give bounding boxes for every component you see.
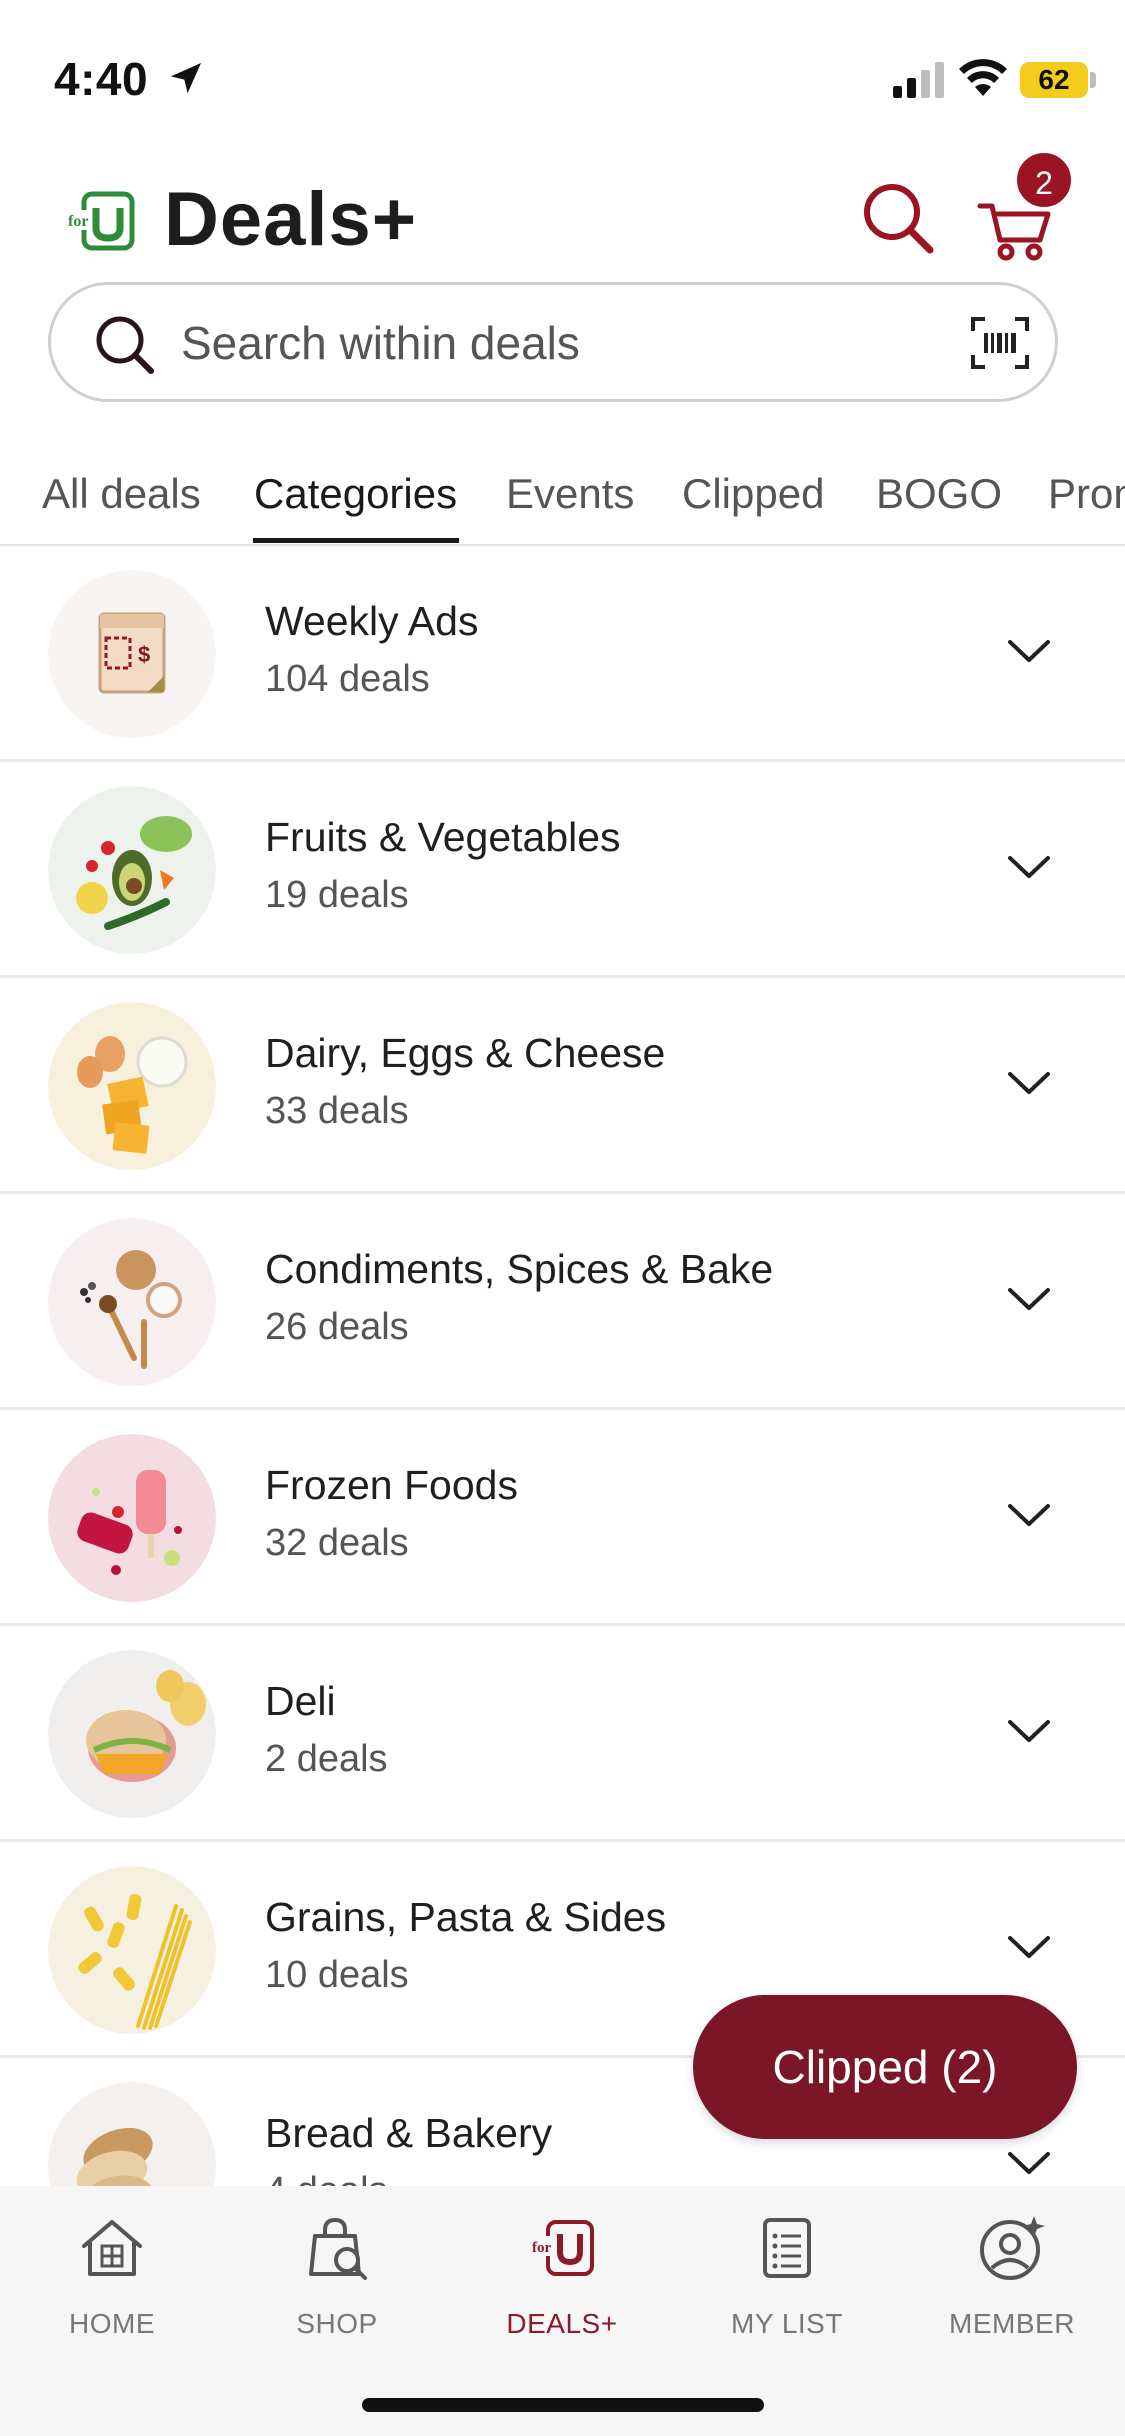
tab-bar: All deals Categories Events Clipped BOGO… xyxy=(0,440,1125,546)
category-row-deli[interactable]: Deli 2 deals xyxy=(0,1626,1125,1842)
category-name: Grains, Pasta & Sides xyxy=(265,1894,667,1940)
active-tab-indicator xyxy=(253,538,459,543)
category-deal-count: 32 deals xyxy=(265,1522,409,1564)
for-u-icon: for xyxy=(530,2220,594,2276)
tab-clipped[interactable]: Clipped xyxy=(682,470,824,518)
nav-deals-plus[interactable]: for DEALS+ xyxy=(462,2212,662,2352)
category-row-frozen-foods[interactable]: Frozen Foods 32 deals xyxy=(0,1410,1125,1626)
tab-promotions[interactable]: Pron xyxy=(1048,470,1125,518)
wifi-icon xyxy=(959,59,1007,96)
category-name: Dairy, Eggs & Cheese xyxy=(265,1030,666,1076)
tab-categories[interactable]: Categories xyxy=(254,470,457,518)
category-name: Condiments, Spices & Bake xyxy=(265,1246,774,1292)
header: for Deals+ xyxy=(0,160,1125,280)
weekly-ad-icon: $ xyxy=(48,570,216,738)
nav-label: MY LIST xyxy=(731,2308,843,2339)
battery-level: 62 xyxy=(1038,64,1070,95)
category-name: Fruits & Vegetables xyxy=(265,814,621,860)
category-deal-count: 26 deals xyxy=(265,1306,409,1348)
nav-label: DEALS+ xyxy=(506,2308,618,2339)
deli-image xyxy=(48,1650,216,1818)
svg-text:for: for xyxy=(68,213,88,230)
category-row-weekly-ads[interactable]: $ Weekly Ads 104 deals xyxy=(0,546,1125,762)
chevron-down-icon[interactable] xyxy=(1006,1932,1052,1962)
category-name: Deli xyxy=(265,1678,336,1724)
location-arrow-icon xyxy=(171,63,201,93)
category-deal-count: 19 deals xyxy=(265,874,409,916)
for-u-logo-icon: for xyxy=(66,191,135,251)
nav-label: MEMBER xyxy=(949,2308,1075,2339)
chevron-down-icon[interactable] xyxy=(1006,1716,1052,1746)
pasta-image xyxy=(48,1866,216,2034)
home-indicator xyxy=(362,2398,764,2412)
category-deal-count: 10 deals xyxy=(265,1954,409,1996)
nav-home[interactable]: HOME xyxy=(12,2212,212,2352)
search-icon xyxy=(96,316,154,374)
category-row-fruits-vegetables[interactable]: Fruits & Vegetables 19 deals xyxy=(0,762,1125,978)
search-field[interactable] xyxy=(48,282,1058,402)
category-row-dairy-eggs-cheese[interactable]: Dairy, Eggs & Cheese 33 deals xyxy=(0,978,1125,1194)
category-deal-count: 104 deals xyxy=(265,658,430,700)
nav-label: SHOP xyxy=(296,2308,378,2339)
category-deal-count: 2 deals xyxy=(265,1738,388,1780)
nav-shop[interactable]: SHOP xyxy=(237,2212,437,2352)
nav-label: HOME xyxy=(69,2308,155,2339)
category-name: Weekly Ads xyxy=(265,598,479,644)
dairy-image xyxy=(48,1002,216,1170)
tab-all-deals[interactable]: All deals xyxy=(42,470,201,518)
chevron-down-icon[interactable] xyxy=(1006,2148,1052,2178)
category-row-condiments-spices-bake[interactable]: Condiments, Spices & Bake 26 deals xyxy=(0,1194,1125,1410)
search-input[interactable] xyxy=(181,309,961,377)
chevron-down-icon[interactable] xyxy=(1006,1068,1052,1098)
spices-image xyxy=(48,1218,216,1386)
nav-my-list[interactable]: MY LIST xyxy=(687,2212,887,2352)
category-name: Bread & Bakery xyxy=(265,2110,553,2156)
chevron-down-icon[interactable] xyxy=(1006,636,1052,666)
cart-count-badge: 2 xyxy=(1014,150,1074,210)
barcode-scan-icon[interactable] xyxy=(971,317,1029,369)
svg-text:for: for xyxy=(532,2240,551,2256)
search-icon[interactable] xyxy=(860,180,936,256)
category-deal-count: 33 deals xyxy=(265,1090,409,1132)
frozen-image xyxy=(48,1434,216,1602)
category-name: Frozen Foods xyxy=(265,1462,518,1508)
cellular-signal-icon xyxy=(893,62,944,98)
status-bar: 4:40 62 xyxy=(0,0,1125,150)
chevron-down-icon[interactable] xyxy=(1006,1284,1052,1314)
chevron-down-icon[interactable] xyxy=(1006,1500,1052,1530)
member-icon xyxy=(980,2216,1045,2280)
clipped-deals-button[interactable]: Clipped (2) xyxy=(693,1995,1077,2139)
nav-member[interactable]: MEMBER xyxy=(912,2212,1112,2352)
list-icon xyxy=(763,2218,811,2278)
tab-events[interactable]: Events xyxy=(506,470,634,518)
chevron-down-icon[interactable] xyxy=(1006,852,1052,882)
home-icon xyxy=(82,2220,142,2276)
tab-bogo[interactable]: BOGO xyxy=(876,470,1002,518)
status-time: 4:40 xyxy=(54,53,149,105)
page-title: Deals+ xyxy=(164,177,418,262)
battery-cap xyxy=(1090,72,1096,88)
produce-image xyxy=(48,786,216,954)
shop-bag-icon xyxy=(309,2217,367,2280)
svg-text:$: $ xyxy=(138,642,150,667)
